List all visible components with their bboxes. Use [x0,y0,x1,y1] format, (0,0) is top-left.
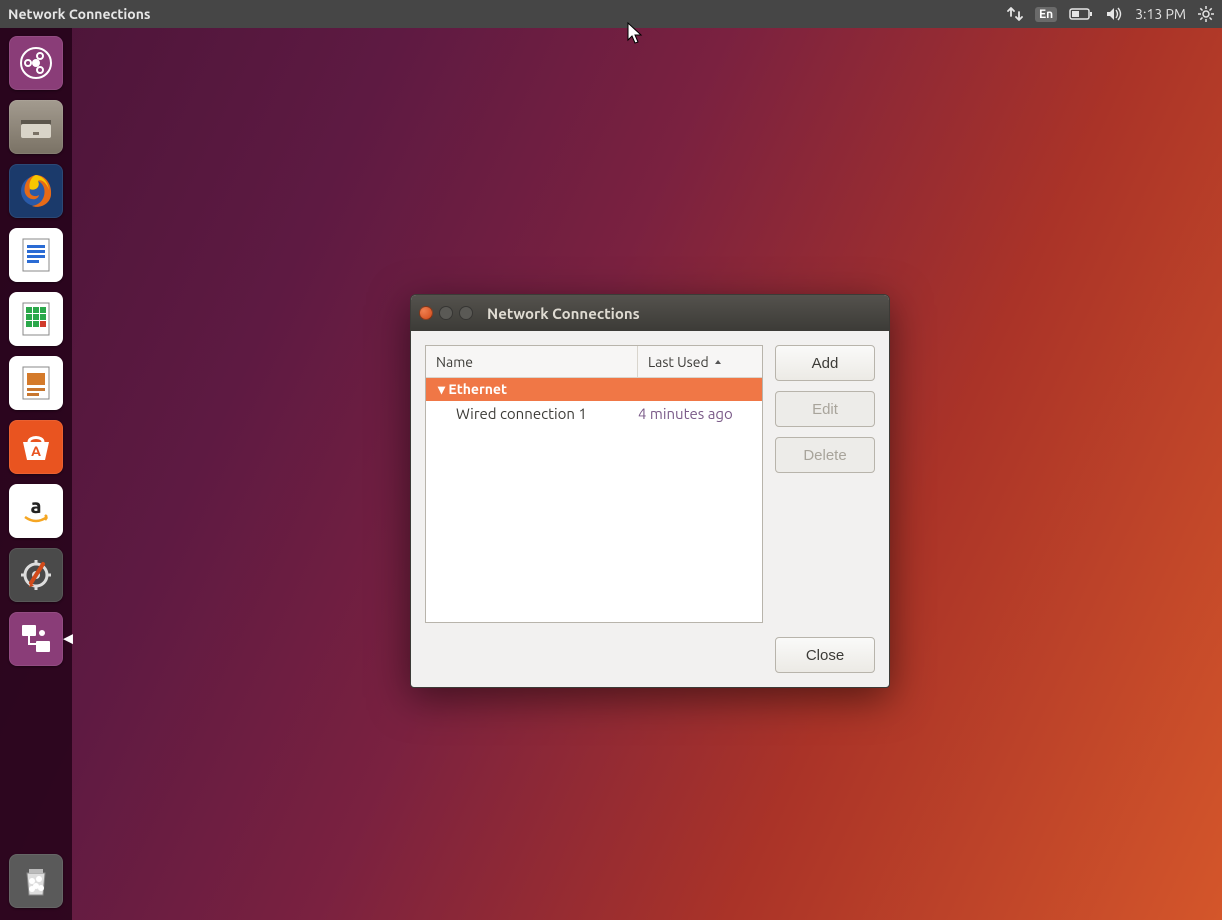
launcher-calc[interactable] [9,292,63,346]
dialog-titlebar[interactable]: Network Connections [411,295,889,331]
window-maximize-icon[interactable] [459,306,473,320]
launcher-amazon[interactable]: a [9,484,63,538]
launcher-writer[interactable] [9,228,63,282]
launcher-settings[interactable] [9,548,63,602]
delete-button[interactable]: Delete [775,437,875,473]
keyboard-language-indicator[interactable]: En [1035,0,1057,28]
category-row[interactable]: ▾ Ethernet [426,378,762,401]
top-menubar: Network Connections En 3:13 PM [0,0,1222,28]
svg-text:a: a [30,494,41,517]
launcher-firefox[interactable] [9,164,63,218]
volume-indicator-icon[interactable] [1105,0,1123,28]
network-indicator-icon[interactable] [1007,0,1023,28]
battery-indicator-icon[interactable] [1069,0,1093,28]
unity-launcher: A a ◀ [0,28,72,920]
system-gear-icon[interactable] [1198,0,1214,28]
column-name[interactable]: Name [426,346,638,377]
connection-last-used: 4 minutes ago [638,405,762,422]
connection-row[interactable]: Wired connection 1 4 minutes ago [426,401,762,426]
list-header: Name Last Used [426,346,762,378]
close-button[interactable]: Close [775,637,875,673]
launcher-files[interactable] [9,100,63,154]
window-minimize-icon[interactable] [439,306,453,320]
clock-indicator[interactable]: 3:13 PM [1135,0,1186,28]
connection-name: Wired connection 1 [426,405,638,422]
connections-list[interactable]: Name Last Used ▾ Ethernet Wired connecti… [425,345,763,623]
active-app-title: Network Connections [8,6,151,22]
svg-text:A: A [31,443,41,459]
column-last-used[interactable]: Last Used [638,346,762,377]
launcher-active-arrow-icon: ◀ [63,632,73,647]
button-column: Add Edit Delete [775,345,875,623]
launcher-network-connections[interactable]: ◀ [9,612,63,666]
launcher-dash[interactable] [9,36,63,90]
window-close-icon[interactable] [419,306,433,320]
dialog-title: Network Connections [487,305,640,322]
add-button[interactable]: Add [775,345,875,381]
launcher-software[interactable]: A [9,420,63,474]
launcher-trash[interactable] [9,854,63,908]
sort-asc-icon [713,357,723,367]
launcher-impress[interactable] [9,356,63,410]
network-connections-dialog: Network Connections Name Last Used ▾ Eth… [410,294,890,688]
edit-button[interactable]: Edit [775,391,875,427]
